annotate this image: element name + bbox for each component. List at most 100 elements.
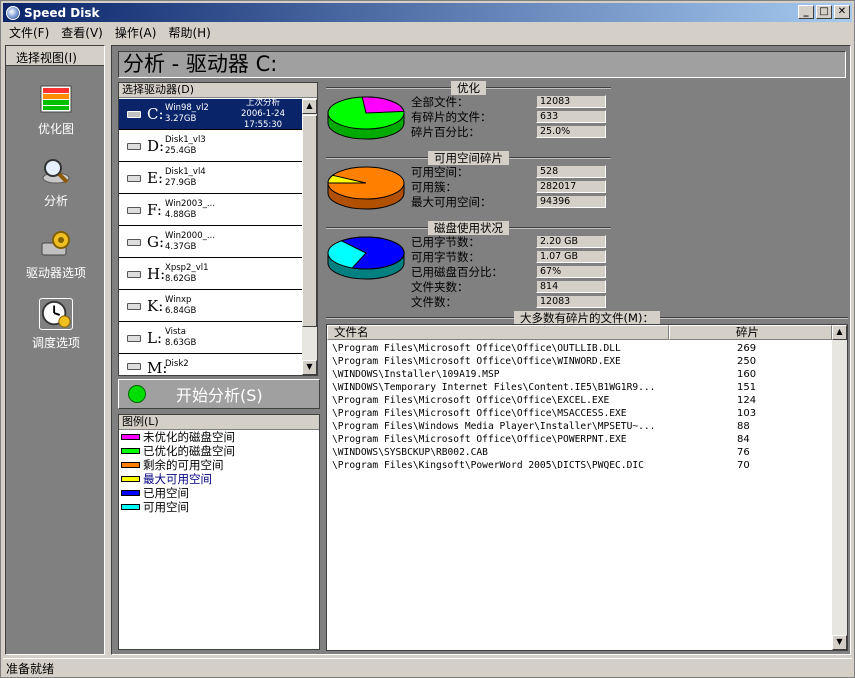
- drive-date: 2006-1-24 17:55:30: [241, 108, 285, 130]
- nav-analyze[interactable]: 分析: [6, 156, 106, 209]
- file-fragment-count: 160: [737, 369, 757, 380]
- hard-drive-icon: [127, 174, 141, 182]
- drive-name: Win98_vl2: [165, 103, 209, 113]
- drive-item-d[interactable]: D: Disk1_vl3 25.4GB: [119, 131, 303, 162]
- legend-header: 图例(L): [119, 415, 319, 430]
- file-fragment-count: 70: [737, 460, 750, 471]
- menu-bar: 文件(F) 查看(V) 操作(A) 帮助(H): [3, 23, 217, 42]
- drive-name: Vista: [165, 327, 186, 337]
- legend-swatch: [121, 448, 140, 454]
- file-fragment-count: 124: [737, 395, 757, 406]
- nav-schedule-options[interactable]: 调度选项: [6, 298, 106, 351]
- title-bar[interactable]: Speed Disk _ □ ✕: [3, 3, 852, 22]
- scroll-down-icon[interactable]: ▼: [832, 635, 847, 650]
- view-panel: 选择视图(I) 优化图 分析 驱动器选项 调度选项: [5, 45, 105, 655]
- drive-size: 27.9GB: [165, 178, 197, 188]
- scroll-down-icon[interactable]: ▼: [302, 360, 317, 375]
- menu-view[interactable]: 查看(V): [55, 24, 109, 41]
- file-row[interactable]: \WINDOWS\SYSBCKUP\RB002.CAB 76: [332, 446, 832, 459]
- stat-value: 633: [536, 110, 606, 123]
- optimize-section: 优化 全部文件： 12083 有碎片的文件： 633 碎片百分比： 25.0%: [326, 80, 611, 150]
- drive-letter: G:: [147, 233, 165, 251]
- scroll-up-icon[interactable]: ▲: [302, 99, 317, 114]
- app-icon: [6, 5, 20, 20]
- file-list-scrollbar[interactable]: ▲ ▼: [832, 325, 847, 650]
- file-name: \Program Files\Kingsoft\PowerWord 2005\D…: [332, 460, 644, 471]
- drive-letter: H:: [147, 265, 166, 283]
- file-row[interactable]: \Program Files\Microsoft Office\Office\P…: [332, 433, 832, 446]
- drive-item-h[interactable]: H: Xpsp2_vl1 8.62GB: [119, 259, 303, 290]
- stat-label: 文件数：: [411, 294, 457, 309]
- menu-help[interactable]: 帮助(H): [162, 24, 216, 41]
- nav-drive-options[interactable]: 驱动器选项: [6, 228, 106, 281]
- page-title: 分析 - 驱动器 C:: [118, 51, 846, 78]
- stat-label: 碎片百分比：: [411, 124, 480, 139]
- drive-letter: C:: [147, 105, 164, 123]
- maximize-button[interactable]: □: [816, 5, 832, 19]
- drive-letter: M:: [147, 359, 168, 375]
- start-analysis-button[interactable]: 开始分析(S): [118, 379, 320, 409]
- minimize-button[interactable]: _: [798, 5, 814, 19]
- stat-label: 已用磁盘百分比：: [411, 264, 503, 279]
- drive-item-c[interactable]: C: Win98_vl2 3.27GB 上次分析 2006-1-24 17:55:3…: [119, 98, 303, 130]
- free-space-pie: [327, 166, 405, 210]
- stat-label: 可用簇：: [411, 179, 457, 194]
- file-row[interactable]: \Program Files\Microsoft Office\Office\W…: [332, 355, 832, 368]
- fragmented-files-list[interactable]: 文件名 碎片 \Program Files\Microsoft Office\O…: [326, 324, 848, 651]
- drive-item-e[interactable]: E: Disk1_vl4 27.9GB: [119, 163, 303, 194]
- drive-name: Win2000_...: [165, 231, 215, 241]
- stat-label: 已用字节数：: [411, 234, 480, 249]
- stat-value: 67%: [536, 265, 606, 278]
- scroll-thumb[interactable]: [302, 115, 317, 327]
- column-header-fragments[interactable]: 碎片: [669, 325, 832, 340]
- file-fragment-count: 103: [737, 408, 757, 419]
- scroll-up-icon[interactable]: ▲: [832, 325, 847, 340]
- legend: 图例(L) 未优化的磁盘空间 已优化的磁盘空间 剩余的可用空间 最大可用空间 已用空间可…: [118, 414, 320, 650]
- status-bar: 准备就绪: [3, 658, 852, 676]
- hard-drive-icon: [127, 142, 141, 150]
- column-header-filename[interactable]: 文件名: [327, 325, 669, 340]
- stat-value: 814: [536, 280, 606, 293]
- view-panel-header: 选择视图(I): [6, 46, 104, 66]
- drive-list-scrollbar[interactable]: ▲ ▼: [302, 99, 317, 375]
- hard-drive-icon: [127, 270, 141, 278]
- stat-value: 94396: [536, 195, 606, 208]
- stat-label: 可用空间：: [411, 164, 469, 179]
- menu-action[interactable]: 操作(A): [109, 24, 163, 41]
- drive-item-g[interactable]: G: Win2000_... 4.37GB: [119, 227, 303, 258]
- file-row[interactable]: \Program Files\Microsoft Office\Office\E…: [332, 394, 832, 407]
- file-fragment-count: 88: [737, 421, 750, 432]
- hard-drive-icon: [127, 334, 141, 342]
- stats-panel: 优化 全部文件： 12083 有碎片的文件： 633 碎片百分比： 25.0% 可用空…: [326, 80, 611, 345]
- drive-gear-icon: [39, 228, 73, 260]
- stat-value: 1.07 GB: [536, 250, 606, 263]
- menu-file[interactable]: 文件(F): [3, 24, 55, 41]
- file-row[interactable]: \WINDOWS\Temporary Internet Files\Conten…: [332, 381, 832, 394]
- stat-value: 12083: [536, 295, 606, 308]
- nav-optimize-map[interactable]: 优化图: [6, 84, 106, 137]
- drive-item-m[interactable]: M: Disk2: [119, 355, 303, 375]
- drive-size: 3.27GB: [165, 114, 197, 124]
- legend-item: 可用空间: [119, 500, 319, 514]
- drive-item-f[interactable]: F: Win2003_... 4.88GB: [119, 195, 303, 226]
- app-window: Speed Disk _ □ ✕ 文件(F) 查看(V) 操作(A) 帮助(H)…: [0, 0, 855, 678]
- disk-usage-section: 磁盘使用状况 已用字节数： 2.20 GB 可用字节数： 1.07 GB 已用磁盘百…: [326, 220, 611, 312]
- legend-swatch: [121, 462, 140, 468]
- close-button[interactable]: ✕: [834, 5, 850, 19]
- drive-item-l[interactable]: L: Vista 8.63GB: [119, 323, 303, 354]
- legend-label: 可用空间: [143, 500, 189, 514]
- file-row[interactable]: \Program Files\Windows Media Player\Inst…: [332, 420, 832, 433]
- drive-list: 选择驱动器(D) C: Win98_vl2 3.27GB 上次分析 2006-1-2…: [118, 82, 318, 376]
- clock-schedule-icon: [39, 298, 73, 330]
- file-row[interactable]: \Program Files\Microsoft Office\Office\O…: [332, 342, 832, 355]
- drive-item-k[interactable]: K: Winxp 6.84GB: [119, 291, 303, 322]
- file-row[interactable]: \Program Files\Microsoft Office\Office\M…: [332, 407, 832, 420]
- stat-value: 2.20 GB: [536, 235, 606, 248]
- file-row[interactable]: \Program Files\Kingsoft\PowerWord 2005\D…: [332, 459, 832, 472]
- fragmented-files-section: 大多数有碎片的文件(M)： 文件名 碎片 \Program Files\Micr…: [326, 310, 848, 651]
- file-name: \Program Files\Microsoft Office\Office\W…: [332, 356, 621, 367]
- hard-drive-icon: [127, 363, 141, 370]
- file-row[interactable]: \WINDOWS\Installer\109A19.MSP 160: [332, 368, 832, 381]
- optimize-pie: [327, 96, 405, 140]
- stat-label: 全部文件：: [411, 94, 469, 109]
